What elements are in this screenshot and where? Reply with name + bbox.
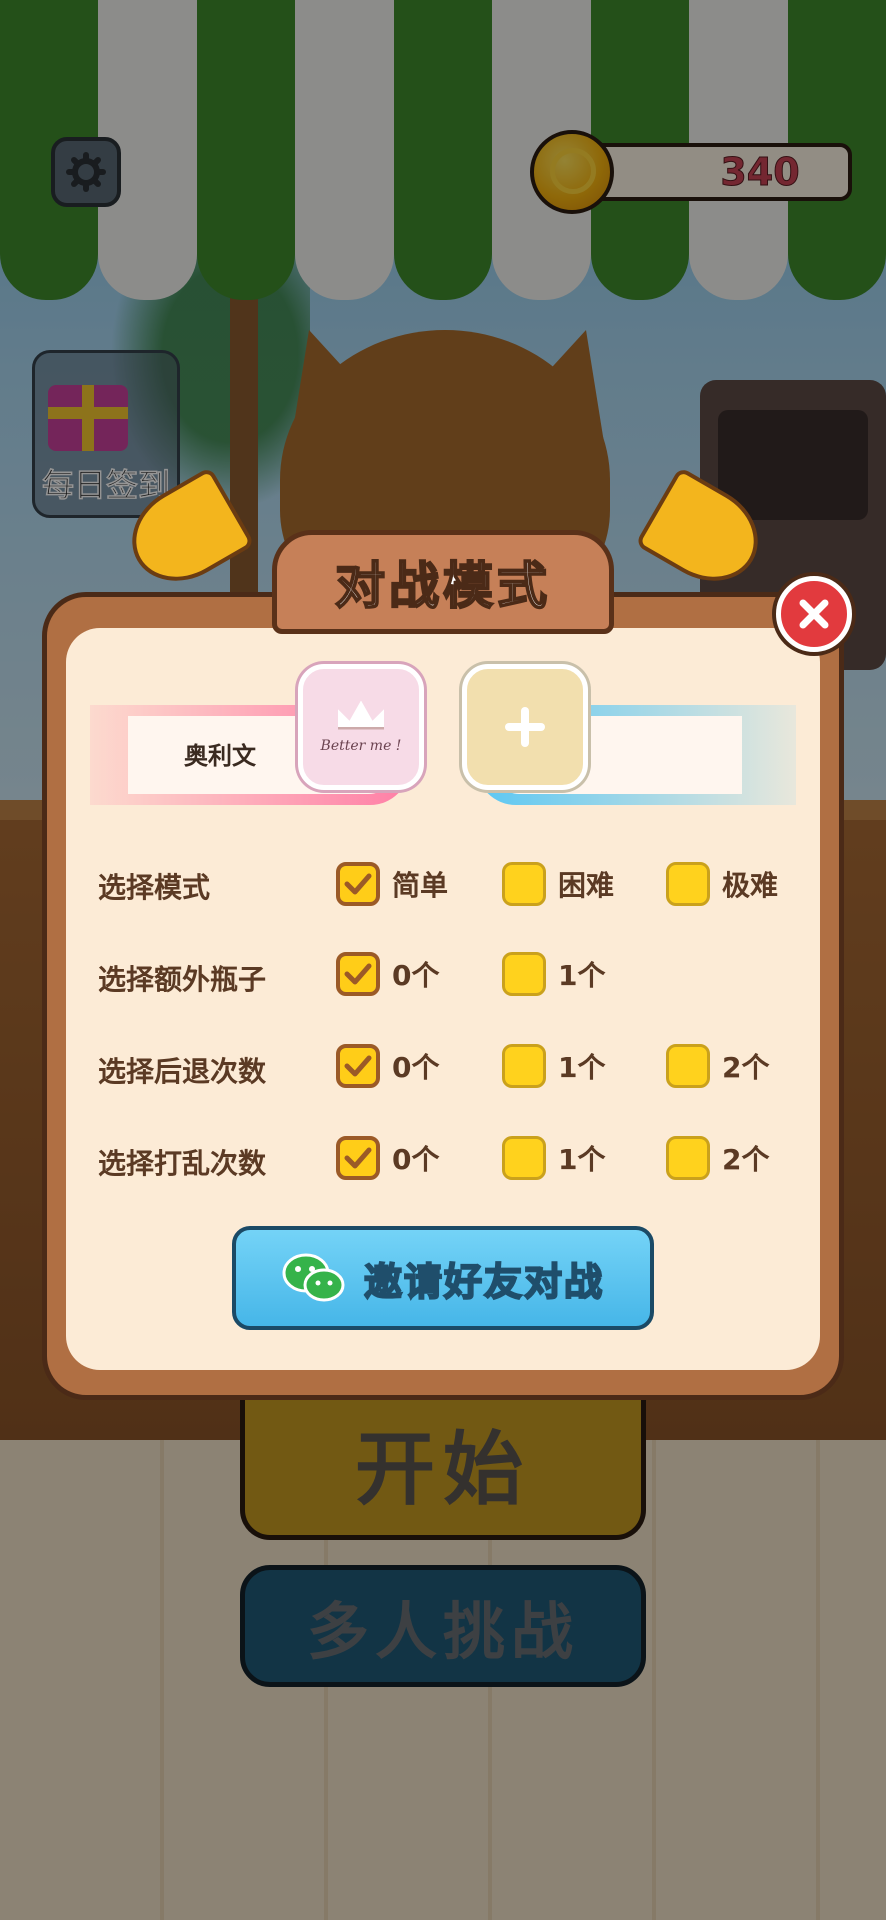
checkbox[interactable] <box>336 862 380 906</box>
player1-avatar: Better me ! <box>298 664 424 790</box>
extra-bottles-option-0[interactable]: 0个 <box>336 952 439 996</box>
checkbox[interactable] <box>666 1136 710 1180</box>
option-label: 2个 <box>722 1051 770 1084</box>
mode-option-hard[interactable]: 困难 <box>502 862 614 906</box>
checkbox[interactable] <box>666 1044 710 1088</box>
checkbox[interactable] <box>502 952 546 996</box>
checkmark-icon <box>344 963 372 985</box>
undo-option-2[interactable]: 2个 <box>666 1044 769 1088</box>
undo-option-0[interactable]: 0个 <box>336 1044 439 1088</box>
checkmark-icon <box>344 1055 372 1077</box>
option-label: 2个 <box>722 1143 770 1176</box>
plus-icon <box>505 707 545 747</box>
dialog-title-tab: 对战模式 <box>272 530 614 634</box>
player1-name: 奥利文 <box>184 742 256 770</box>
crown-icon <box>338 700 384 730</box>
invite-label: 邀请好友对战 <box>363 1259 604 1305</box>
extra-bottles-option-1[interactable]: 1个 <box>502 952 605 996</box>
option-label: 0个 <box>392 1143 440 1176</box>
undo-option-1[interactable]: 1个 <box>502 1044 605 1088</box>
shuffle-count-label: 选择打乱次数 <box>98 1147 267 1180</box>
option-label: 简单 <box>392 869 449 902</box>
shuffle-option-1[interactable]: 1个 <box>502 1136 605 1180</box>
checkmark-icon <box>344 873 372 895</box>
option-label: 1个 <box>558 1051 606 1084</box>
mode-label: 选择模式 <box>98 871 211 904</box>
checkbox[interactable] <box>336 1044 380 1088</box>
checkmark-icon <box>344 1147 372 1169</box>
option-label: 极难 <box>722 869 779 902</box>
option-label: 1个 <box>558 1143 606 1176</box>
shuffle-option-0[interactable]: 0个 <box>336 1136 439 1180</box>
add-opponent-button[interactable] <box>462 664 588 790</box>
checkbox[interactable] <box>502 1044 546 1088</box>
option-label: 1个 <box>558 959 606 992</box>
checkbox[interactable] <box>336 952 380 996</box>
option-label: 0个 <box>392 959 440 992</box>
close-button[interactable] <box>776 576 852 652</box>
checkbox[interactable] <box>502 1136 546 1180</box>
invite-friend-button[interactable]: 邀请好友对战 <box>232 1226 654 1330</box>
option-label: 困难 <box>558 869 615 902</box>
mode-option-easy[interactable]: 简单 <box>336 862 448 906</box>
wechat-icon <box>282 1253 345 1302</box>
checkbox[interactable] <box>336 1136 380 1180</box>
shuffle-option-2[interactable]: 2个 <box>666 1136 769 1180</box>
option-label: 0个 <box>392 1051 440 1084</box>
close-x-icon <box>799 599 829 629</box>
mode-option-extreme[interactable]: 极难 <box>666 862 778 906</box>
undo-count-label: 选择后退次数 <box>98 1055 267 1088</box>
avatar-caption: Better me ! <box>320 737 402 754</box>
checkbox[interactable] <box>666 862 710 906</box>
dialog-title: 对战模式 <box>334 556 551 616</box>
checkbox[interactable] <box>502 862 546 906</box>
extra-bottles-label: 选择额外瓶子 <box>98 963 267 996</box>
